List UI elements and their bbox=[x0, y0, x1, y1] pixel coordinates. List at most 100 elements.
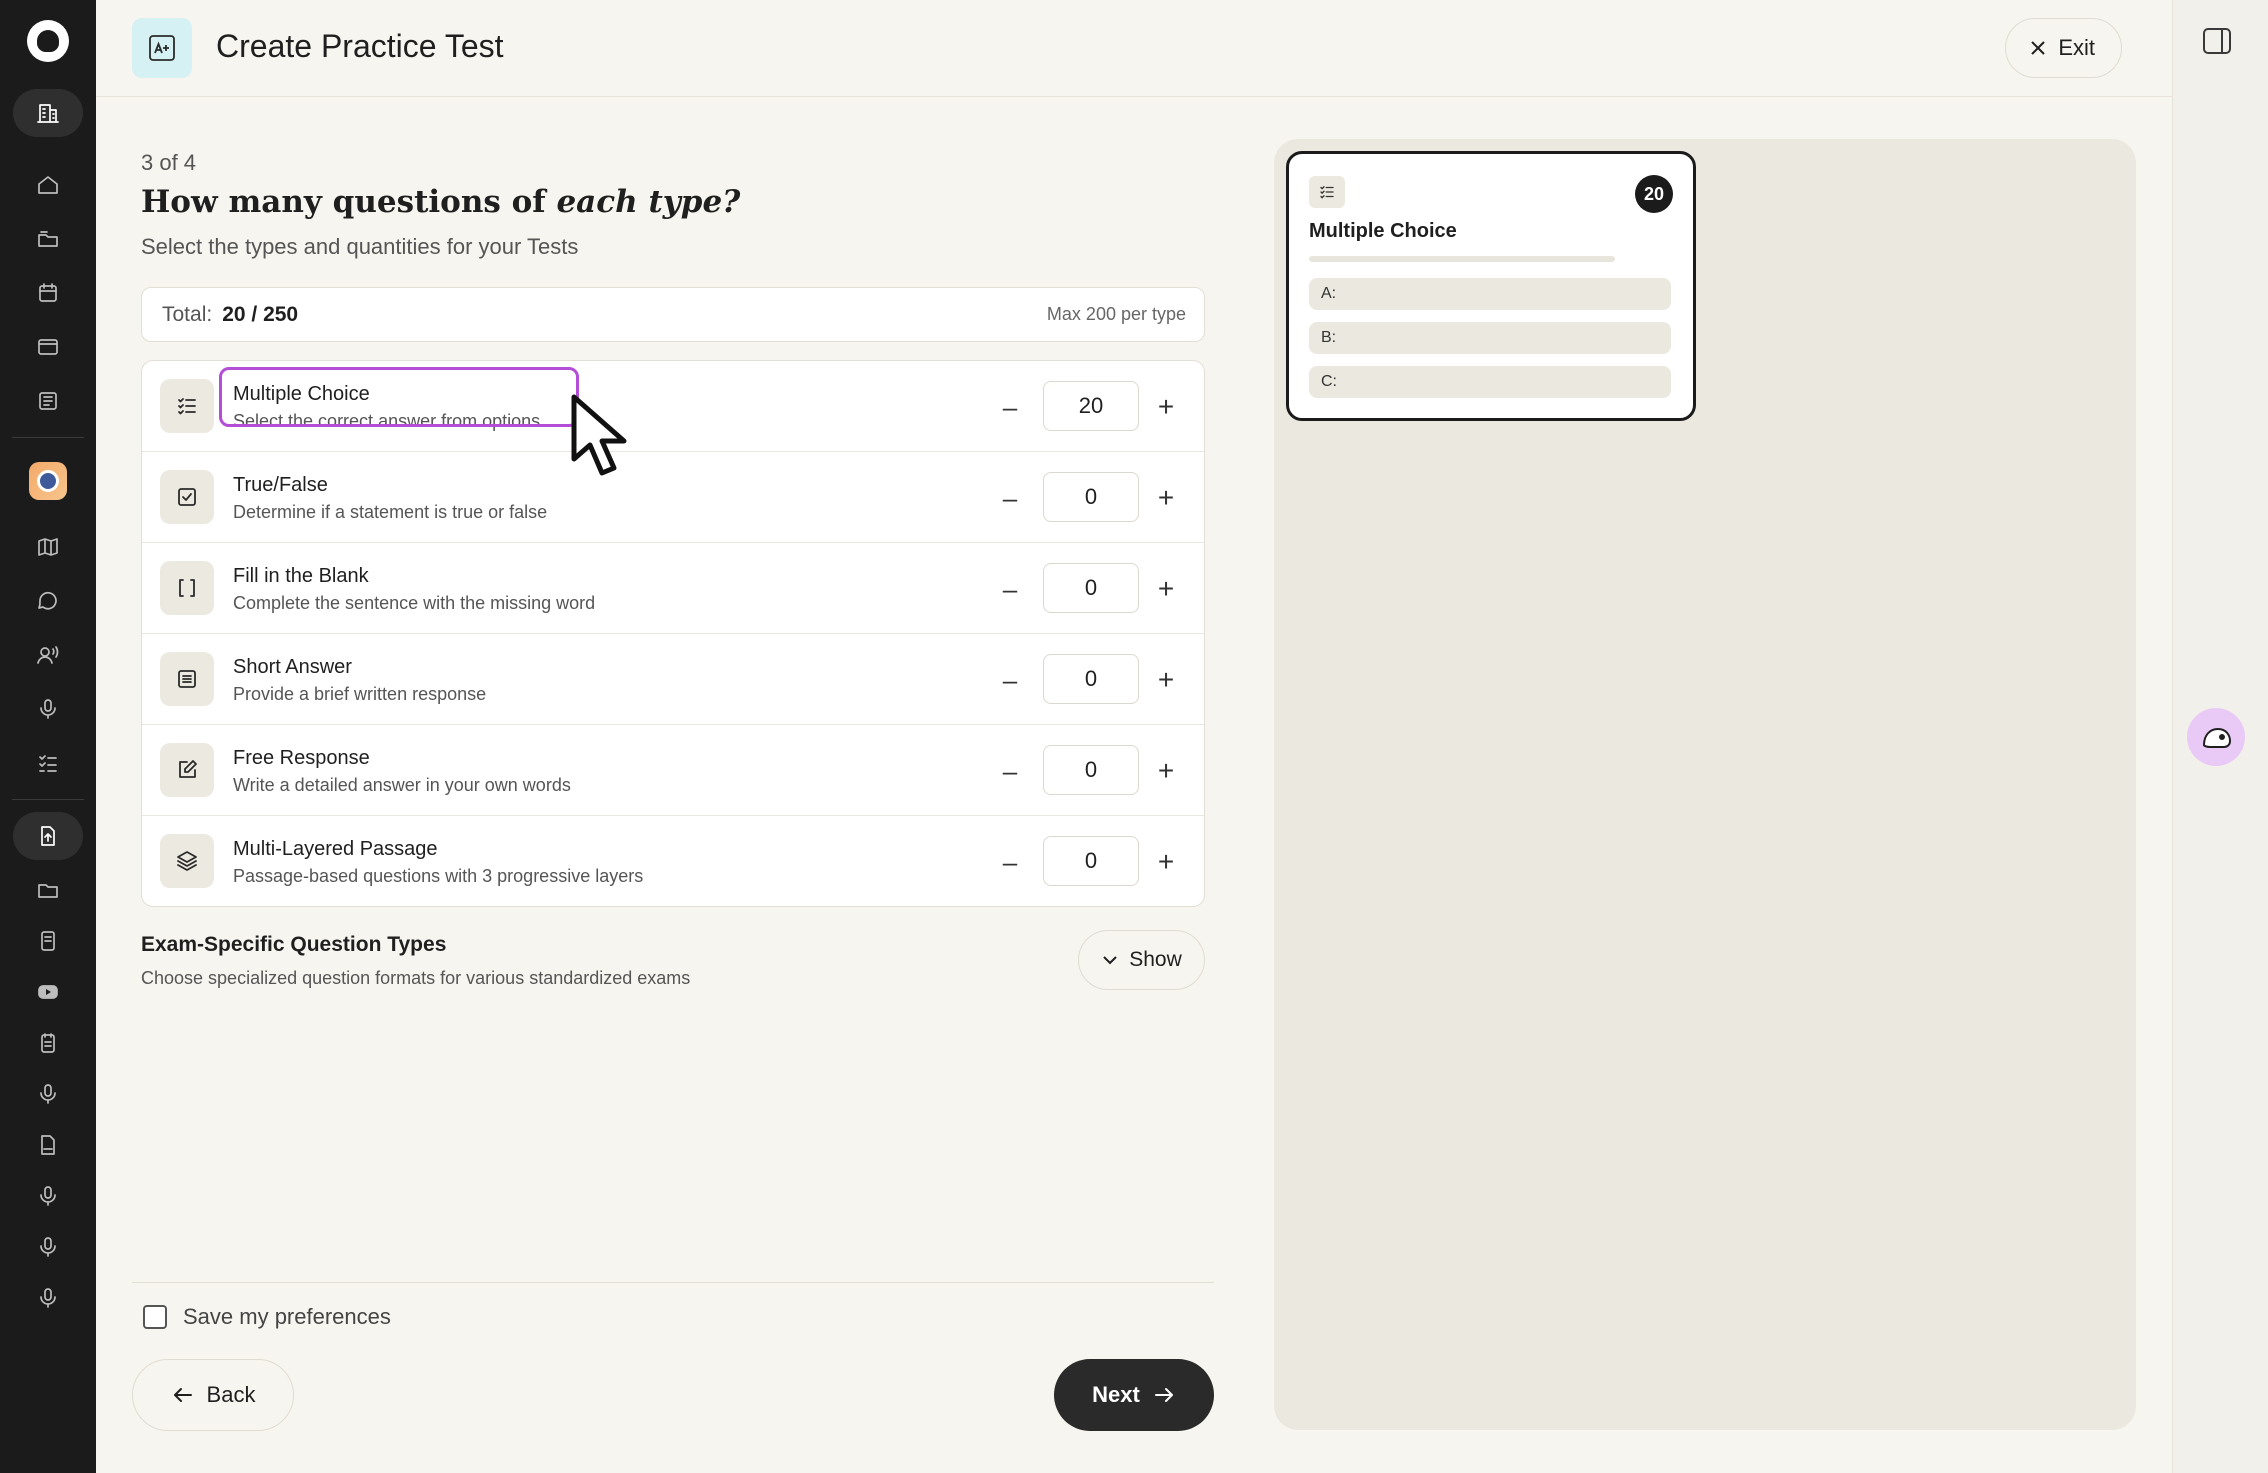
question-type-name: True/False bbox=[233, 474, 328, 496]
question-prefix: How many questions of bbox=[141, 184, 557, 220]
nav-tests[interactable] bbox=[0, 741, 96, 785]
quantity-input[interactable] bbox=[1043, 563, 1139, 613]
preview-option: C: bbox=[1309, 366, 1671, 398]
nav-recording-4[interactable] bbox=[0, 1276, 96, 1320]
decrement-button[interactable]: – bbox=[992, 844, 1028, 880]
nav-microphone[interactable] bbox=[0, 687, 96, 731]
nav-recording-2[interactable] bbox=[0, 1174, 96, 1218]
test-preview-panel: 20 Multiple Choice A: B: C: bbox=[1274, 139, 2136, 1430]
show-exam-types-button[interactable]: Show bbox=[1078, 930, 1205, 990]
preview-count-badge: 20 bbox=[1635, 175, 1673, 213]
increment-button[interactable]: + bbox=[1148, 571, 1184, 607]
window-icon bbox=[38, 339, 58, 355]
nav-library[interactable] bbox=[0, 379, 96, 423]
nav-folder[interactable] bbox=[0, 868, 96, 912]
question-type-name: Free Response bbox=[233, 747, 370, 769]
nav-pdf[interactable] bbox=[0, 1123, 96, 1167]
nav-calendar[interactable] bbox=[0, 271, 96, 315]
nav-browser[interactable] bbox=[0, 325, 96, 369]
microphone-icon bbox=[40, 1288, 56, 1308]
step-subtitle: Select the types and quantities for your… bbox=[141, 234, 579, 259]
arrow-right-icon bbox=[1154, 1388, 1173, 1402]
nav-current-app[interactable] bbox=[0, 459, 96, 503]
step-question: How many questions of each type? bbox=[141, 184, 740, 220]
nav-upload[interactable] bbox=[0, 812, 96, 860]
text-lines-icon bbox=[160, 652, 214, 706]
quantity-input[interactable] bbox=[1043, 472, 1139, 522]
nav-notes[interactable] bbox=[0, 1021, 96, 1065]
total-summary-bar: Total: 20 / 250 Max 200 per type bbox=[141, 287, 1205, 342]
nav-recording-3[interactable] bbox=[0, 1225, 96, 1269]
preview-card-multiple-choice[interactable]: 20 Multiple Choice A: B: C: bbox=[1286, 151, 1696, 421]
question-type-description: Passage-based questions with 3 progressi… bbox=[233, 866, 644, 886]
next-button[interactable]: Next bbox=[1054, 1359, 1214, 1431]
footer-divider bbox=[132, 1282, 1214, 1283]
decrement-button[interactable]: – bbox=[992, 662, 1028, 698]
increment-button[interactable]: + bbox=[1148, 389, 1184, 425]
app-logo[interactable] bbox=[27, 20, 69, 62]
nav-map[interactable] bbox=[0, 525, 96, 569]
question-type-description: Complete the sentence with the missing w… bbox=[233, 593, 596, 613]
question-type-description: Select the correct answer from options bbox=[233, 411, 541, 431]
preview-option: A: bbox=[1309, 278, 1671, 310]
nav-home[interactable] bbox=[0, 163, 96, 207]
building-icon bbox=[37, 104, 59, 123]
decrement-button[interactable]: – bbox=[992, 571, 1028, 607]
decrement-button[interactable]: – bbox=[992, 753, 1028, 789]
max-per-type-label: Max 200 per type bbox=[1046, 304, 1186, 324]
increment-button[interactable]: + bbox=[1148, 480, 1184, 516]
page-title: Create Practice Test bbox=[216, 28, 504, 64]
quantity-input[interactable] bbox=[1043, 381, 1139, 431]
decrement-button[interactable]: – bbox=[992, 480, 1028, 516]
increment-button[interactable]: + bbox=[1148, 753, 1184, 789]
decrement-button[interactable]: – bbox=[992, 389, 1028, 425]
question-type-description: Determine if a statement is true or fals… bbox=[233, 502, 548, 522]
list-check-icon bbox=[1309, 176, 1345, 208]
nav-youtube[interactable] bbox=[0, 970, 96, 1014]
increment-button[interactable]: + bbox=[1148, 662, 1184, 698]
person-voice-icon bbox=[37, 646, 59, 664]
right-side-strip bbox=[2172, 0, 2268, 1473]
brackets-icon bbox=[160, 561, 214, 615]
mascot-icon bbox=[2202, 727, 2232, 748]
quantity-input[interactable] bbox=[1043, 654, 1139, 704]
exit-button[interactable]: Exit bbox=[2005, 18, 2122, 78]
question-type-description: Write a detailed answer in your own word… bbox=[233, 775, 571, 795]
question-type-description: Provide a brief written response bbox=[233, 684, 487, 704]
total-value: 20 / 250 bbox=[222, 302, 299, 326]
nav-voice-tutor[interactable] bbox=[0, 633, 96, 677]
question-type-row-short-answer: Short Answer Provide a brief written res… bbox=[142, 634, 1204, 725]
notepad-icon bbox=[41, 1033, 55, 1053]
page-header: Create Practice Test Exit bbox=[96, 0, 2172, 97]
checkbox-box[interactable] bbox=[143, 1305, 167, 1329]
checkbox-icon bbox=[160, 470, 214, 524]
assistant-mascot-button[interactable] bbox=[2187, 708, 2245, 766]
list-check-icon bbox=[160, 379, 214, 433]
back-label: Back bbox=[206, 1382, 256, 1407]
pdf-file-icon bbox=[41, 1135, 55, 1155]
nav-recording-1[interactable] bbox=[0, 1072, 96, 1116]
nav-chat[interactable] bbox=[0, 579, 96, 623]
chevron-down-icon bbox=[1103, 956, 1117, 965]
save-preferences-checkbox[interactable]: Save my preferences bbox=[143, 1304, 391, 1330]
total-label: Total: bbox=[162, 302, 213, 326]
grade-a-plus-icon bbox=[132, 18, 192, 78]
quantity-input[interactable] bbox=[1043, 745, 1139, 795]
checklist-icon bbox=[39, 755, 57, 772]
folder-icon bbox=[38, 884, 58, 898]
microphone-icon bbox=[40, 699, 56, 719]
preview-question-placeholder bbox=[1309, 256, 1615, 262]
toggle-panel-icon[interactable] bbox=[2203, 28, 2231, 54]
question-type-row-multi-layered: Multi-Layered Passage Passage-based ques… bbox=[142, 816, 1204, 906]
map-icon bbox=[38, 538, 58, 556]
increment-button[interactable]: + bbox=[1148, 844, 1184, 880]
quantity-input[interactable] bbox=[1043, 836, 1139, 886]
document-icon bbox=[41, 931, 55, 951]
nav-document[interactable] bbox=[0, 919, 96, 963]
back-button[interactable]: Back bbox=[132, 1359, 294, 1431]
app-avatar-icon bbox=[29, 462, 67, 500]
nav-folders[interactable] bbox=[0, 217, 96, 261]
rail-divider bbox=[12, 799, 84, 800]
file-upload-icon bbox=[41, 826, 55, 846]
nav-organization[interactable] bbox=[0, 89, 96, 137]
